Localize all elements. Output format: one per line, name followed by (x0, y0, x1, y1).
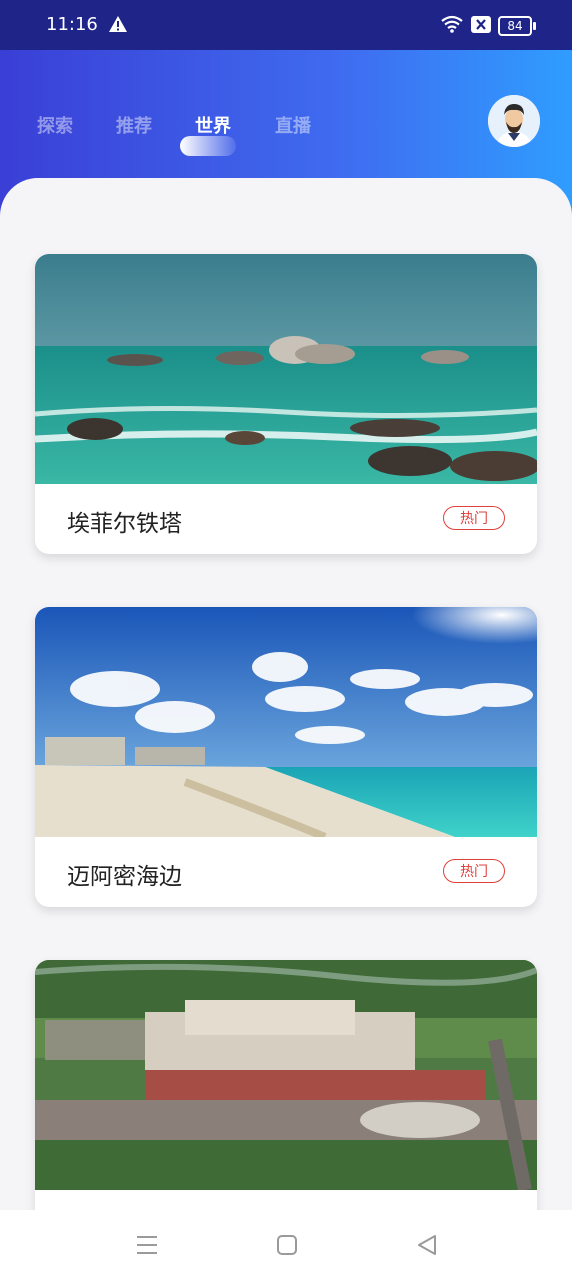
avatar-icon (488, 95, 540, 147)
system-nav-bar (0, 1210, 572, 1280)
hot-badge: 热门 (443, 859, 505, 883)
battery-icon: 84 (498, 16, 536, 36)
sim-icon (471, 16, 491, 33)
status-time: 11:16 (46, 14, 98, 35)
tab-live[interactable]: 直播 (275, 112, 311, 138)
warning-icon (109, 16, 127, 32)
card-image-palace (35, 960, 537, 1190)
hot-badge: 热门 (443, 506, 505, 530)
back-icon[interactable] (414, 1232, 440, 1258)
tab-world[interactable]: 世界 (195, 112, 231, 138)
tab-explore[interactable]: 探索 (37, 112, 73, 138)
battery-level: 84 (507, 19, 523, 33)
content-area: 埃菲尔铁塔 热门 迈阿密海边 热门 (0, 178, 572, 1210)
tab-recommend[interactable]: 推荐 (116, 112, 152, 138)
card-1[interactable]: 埃菲尔铁塔 热门 (35, 254, 537, 554)
home-icon[interactable] (274, 1232, 300, 1258)
card-title: 迈阿密海边 (67, 864, 182, 890)
wifi-icon (441, 15, 463, 33)
card-image-sea-rocks (35, 254, 537, 484)
card-3[interactable] (35, 960, 537, 1210)
tab-indicator (180, 136, 236, 156)
card-title: 埃菲尔铁塔 (67, 511, 182, 537)
menu-icon[interactable] (134, 1232, 160, 1258)
card-image-beach (35, 607, 537, 837)
card-2[interactable]: 迈阿密海边 热门 (35, 607, 537, 907)
status-bar: 11:16 84 (0, 0, 572, 50)
avatar[interactable] (488, 95, 540, 147)
